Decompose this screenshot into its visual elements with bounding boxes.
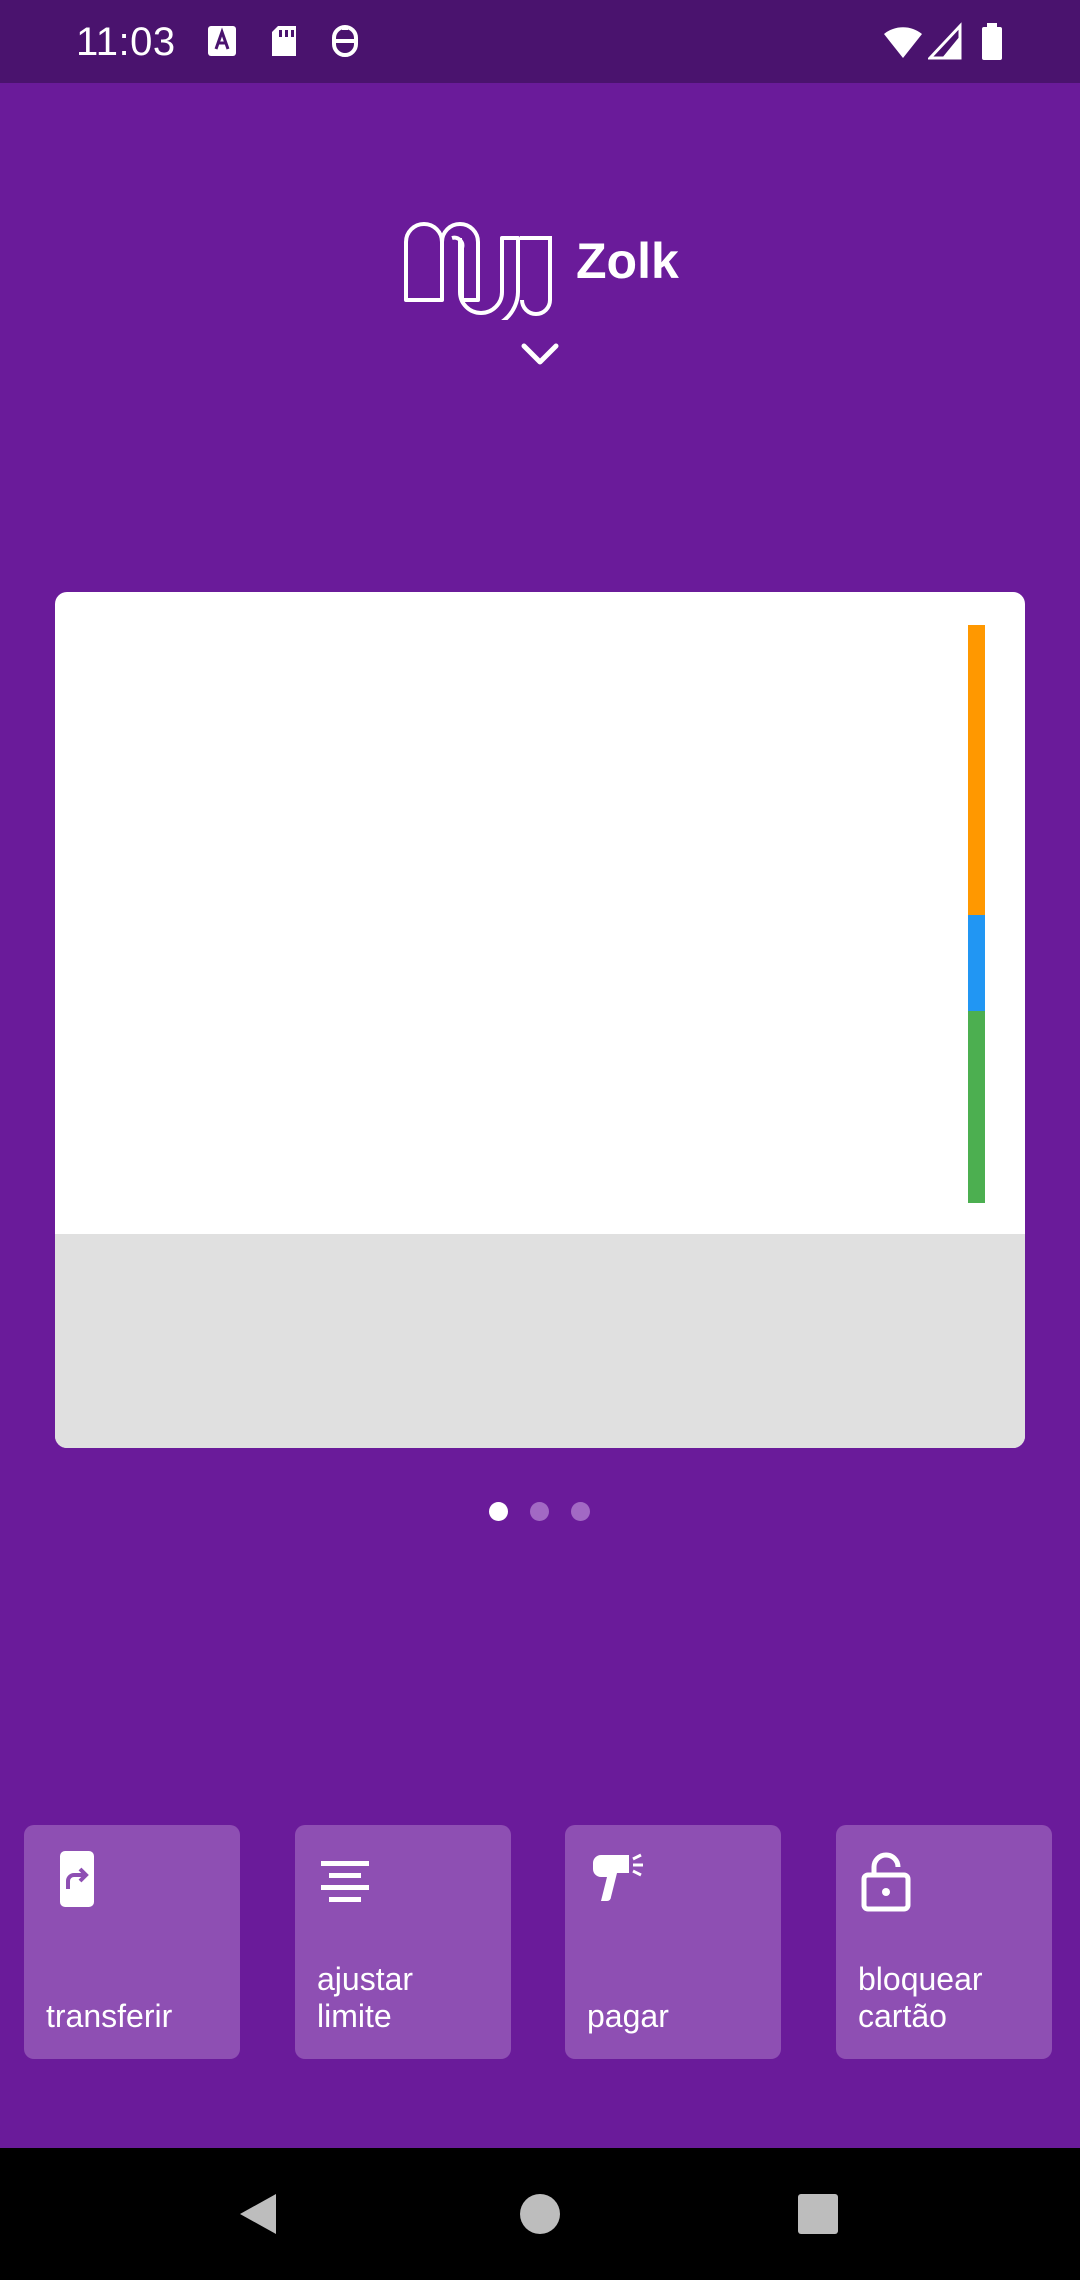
- home-icon[interactable]: [518, 2192, 562, 2236]
- block-card-button[interactable]: bloquear cartão: [836, 1825, 1052, 2059]
- vpn-icon: [332, 25, 358, 57]
- indicator-bar-orange: [968, 625, 985, 915]
- barcode-scanner-icon: [593, 1853, 643, 1901]
- status-time: 11:03: [76, 20, 176, 64]
- wifi-icon: [884, 27, 922, 58]
- pager-dot[interactable]: [571, 1502, 590, 1521]
- a-icon: [208, 26, 236, 56]
- transfer-button[interactable]: transferir: [24, 1825, 240, 2059]
- pager-dot[interactable]: [530, 1502, 549, 1521]
- transfer-label: transferir: [46, 1998, 173, 2034]
- indicator-bar-blue: [968, 915, 985, 1011]
- card-footer[interactable]: [55, 1234, 1025, 1448]
- pager-dot-active[interactable]: [489, 1502, 508, 1521]
- user-name[interactable]: Zolk: [576, 232, 679, 290]
- chevron-down-icon[interactable]: [520, 340, 560, 368]
- lock-icon: [861, 1852, 911, 1912]
- nu-logo[interactable]: [402, 208, 552, 320]
- navigation-bar: [0, 2148, 1080, 2280]
- back-icon[interactable]: [236, 2190, 280, 2238]
- block-card-label: bloquear cartão: [858, 1961, 983, 2034]
- indicator-bar-green: [968, 1011, 985, 1203]
- signal-icon: [928, 22, 962, 60]
- adjust-limit-icon: [321, 1861, 369, 1902]
- battery-icon: [982, 23, 1002, 60]
- adjust-limit-button[interactable]: ajustar limite: [295, 1825, 511, 2059]
- sd-card-icon: [272, 26, 296, 56]
- pay-label: pagar: [587, 1998, 669, 2034]
- pay-button[interactable]: pagar: [565, 1825, 781, 2059]
- recents-icon[interactable]: [798, 2194, 838, 2234]
- status-bar: 11:03: [0, 0, 1080, 83]
- account-card[interactable]: [55, 592, 1025, 1448]
- transfer-phone-icon: [60, 1851, 94, 1907]
- adjust-limit-label: ajustar limite: [317, 1961, 414, 2034]
